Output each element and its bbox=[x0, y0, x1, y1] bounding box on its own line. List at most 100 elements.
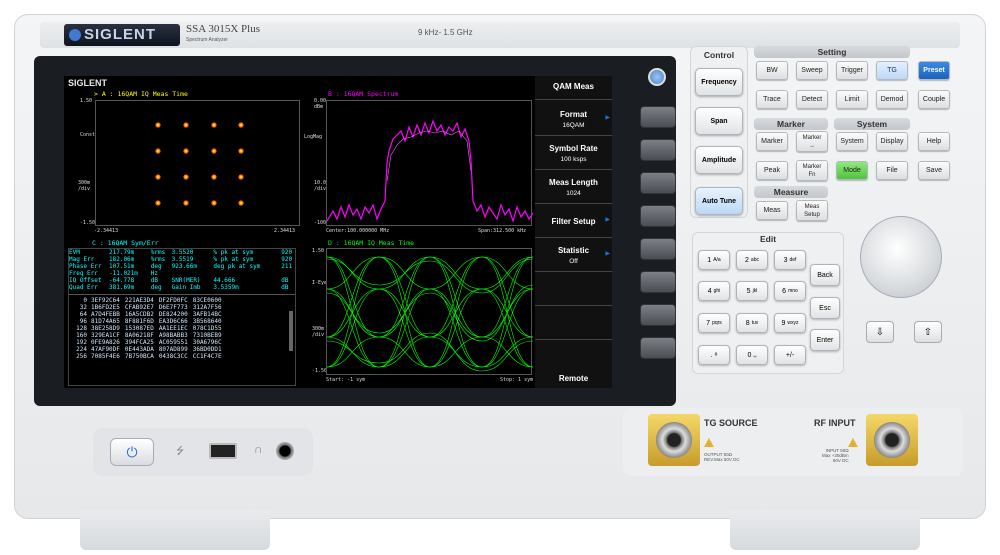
key-4[interactable]: 4 ghi bbox=[698, 281, 730, 301]
trace-d-ytop: 1.50 bbox=[312, 248, 325, 254]
table-row: Quad Err 381.69m deg Gain Imb 3.5359m dB bbox=[69, 284, 289, 291]
symbol-table-scrollbar[interactable] bbox=[289, 311, 293, 351]
softkey-7[interactable] bbox=[640, 304, 676, 326]
display-key[interactable]: Display bbox=[876, 132, 908, 151]
menu-item-format[interactable]: Format 16QAM bbox=[535, 104, 612, 136]
arrow-down-key[interactable]: ⇩ bbox=[866, 321, 894, 343]
key-5[interactable]: 5 jkl bbox=[736, 281, 768, 301]
tg-source-connector[interactable] bbox=[648, 414, 700, 466]
marker-key[interactable]: Marker bbox=[756, 132, 788, 151]
softkey-5[interactable] bbox=[640, 238, 676, 260]
key-1[interactable]: 1 A/a bbox=[698, 250, 730, 270]
help-key[interactable]: Help bbox=[918, 132, 950, 151]
table-row: 224 47AF90DF 0E443ADA 807AD899 36BD0DD1 bbox=[76, 346, 222, 353]
trace-a-ybot: -1.50 bbox=[80, 220, 96, 226]
menu-item-empty-2[interactable] bbox=[535, 308, 612, 340]
key-decimal[interactable]: . # bbox=[698, 345, 730, 365]
softkey-1[interactable] bbox=[640, 106, 676, 128]
menu-item-filter-setup[interactable]: Filter Setup bbox=[535, 206, 612, 238]
trace-key[interactable]: Trace bbox=[756, 90, 788, 109]
spectrum-pane[interactable] bbox=[326, 100, 534, 226]
usb-port[interactable] bbox=[209, 443, 237, 459]
symbol-error-pane[interactable]: EVM 217.79m %rms 3.5520% pk at sym 920 Mag E… bbox=[68, 248, 296, 386]
enter-key[interactable]: Enter bbox=[810, 329, 840, 351]
table-row: Mag Err 182.06m %rms 3.5519% pk at sym 920 bbox=[69, 256, 293, 263]
key-9[interactable]: 9 wxyz bbox=[774, 313, 806, 333]
trace-c-header[interactable]: C : 16QAM Sym/Err bbox=[92, 239, 159, 247]
file-key[interactable]: File bbox=[876, 161, 908, 180]
constellation-pane[interactable] bbox=[95, 100, 300, 226]
key-3[interactable]: 3 def bbox=[774, 250, 806, 270]
tg-source-label: TG SOURCE bbox=[704, 418, 758, 428]
key-2[interactable]: 2 abc bbox=[736, 250, 768, 270]
esc-key[interactable]: Esc bbox=[810, 297, 840, 319]
trace-d-header[interactable]: D : 16QAM IQ Meas Time bbox=[328, 239, 414, 247]
rf-input-connector[interactable] bbox=[866, 414, 918, 466]
trace-a-ydiv: 300m /div bbox=[78, 180, 91, 192]
limit-key[interactable]: Limit bbox=[836, 90, 868, 109]
trace-b-header[interactable]: B : 16QAM Spectrum bbox=[328, 90, 398, 98]
sweep-key[interactable]: Sweep bbox=[796, 61, 828, 80]
system-title: System bbox=[834, 118, 910, 130]
table-row: 128 38E258D9 153087ED AA1EE1EC 078C1D55 bbox=[76, 325, 222, 332]
table-row: Phase Err 107.51m deg 923.66m deg pk at sym 2… bbox=[69, 263, 293, 270]
key-plus-minus[interactable]: +/- bbox=[774, 345, 806, 365]
audio-jack[interactable] bbox=[276, 442, 294, 460]
meas-key[interactable]: Meas bbox=[756, 201, 788, 220]
trigger-key[interactable]: Trigger bbox=[836, 61, 868, 80]
span-key[interactable]: Span bbox=[695, 107, 743, 135]
back-key[interactable]: Back bbox=[810, 264, 840, 286]
foot-right bbox=[730, 510, 920, 550]
mode-key[interactable]: Mode bbox=[836, 161, 868, 180]
key-7[interactable]: 7 pqrs bbox=[698, 313, 730, 333]
touch-toggle-button[interactable] bbox=[648, 68, 666, 86]
save-key[interactable]: Save bbox=[918, 161, 950, 180]
arrow-up-key[interactable]: ⇧ bbox=[914, 321, 942, 343]
symbol-table: 0 3EF92C64 221AE3D4 DF2FD0FC 83CE0600 32 1B6F… bbox=[69, 297, 222, 360]
power-button[interactable]: ⏻ bbox=[110, 438, 154, 466]
key-0[interactable]: 0 ␣ bbox=[736, 345, 768, 365]
power-icon: ⏻ bbox=[126, 443, 138, 460]
menu-item-empty-1[interactable] bbox=[535, 274, 612, 306]
couple-key[interactable]: Couple bbox=[918, 90, 950, 109]
table-row: 160 329EA1CF 8A06218F A98BABB3 7310BEB9 bbox=[76, 332, 222, 339]
peak-key[interactable]: Peak bbox=[756, 161, 788, 180]
trace-d-stop: Stop: 1 sym bbox=[500, 377, 534, 383]
table-row: 96 81D74A65 8F881F6D EA3D6C66 3B568640 bbox=[79, 318, 222, 325]
trace-b-ytop: 0.00 dBm bbox=[314, 98, 327, 110]
frequency-key[interactable]: Frequency bbox=[695, 68, 743, 96]
menu-item-symbol-rate[interactable]: Symbol Rate 100 ksps bbox=[535, 138, 612, 170]
softkey-3[interactable] bbox=[640, 172, 676, 194]
trace-a-header[interactable]: > A : 16QAM IQ Meas Time bbox=[94, 90, 188, 98]
marker-fn-key[interactable]: Marker Fn bbox=[796, 160, 828, 181]
softkey-2[interactable] bbox=[640, 139, 676, 161]
key-6[interactable]: 6 mno bbox=[774, 281, 806, 301]
menu-item-statistic[interactable]: Statistic Off bbox=[535, 240, 612, 272]
display-screen: SIGLENT > A : 16QAM IQ Meas Time 1.50 Co… bbox=[64, 76, 594, 388]
softkey-6[interactable] bbox=[640, 271, 676, 293]
softkey-4[interactable] bbox=[640, 205, 676, 227]
key-8[interactable]: 8 tuv bbox=[736, 313, 768, 333]
logo-icon bbox=[69, 29, 81, 41]
detect-key[interactable]: Detect bbox=[796, 90, 828, 109]
trace-a-xright: 2.34413 bbox=[274, 228, 296, 234]
system-key[interactable]: System bbox=[836, 132, 868, 151]
softkey-8[interactable] bbox=[640, 337, 676, 359]
eye-diagram-pane[interactable] bbox=[326, 248, 534, 375]
auto-tune-key[interactable]: Auto Tune bbox=[695, 187, 743, 215]
tg-key[interactable]: TG bbox=[876, 61, 908, 80]
meas-setup-key[interactable]: Meas Setup bbox=[796, 200, 828, 221]
n-connector-icon bbox=[874, 422, 910, 458]
menu-item-meas-length[interactable]: Meas Length 1024 bbox=[535, 172, 612, 204]
model-name: SSA 3015X Plus Spectrum Analyzer bbox=[186, 24, 260, 46]
preset-key[interactable]: Preset bbox=[918, 61, 950, 80]
model-text: SSA 3015X Plus bbox=[186, 23, 260, 35]
marker-to-key[interactable]: Marker → bbox=[796, 131, 828, 152]
table-row: 64 A7D4FEBB 16A5CDB2 DE824200 3AFB14BC bbox=[79, 311, 222, 318]
demod-key[interactable]: Demod bbox=[876, 90, 908, 109]
rotary-knob[interactable] bbox=[860, 216, 942, 298]
table-row: 0 3EF92C64 221AE3D4 DF2FD0FC 83CE0600 bbox=[83, 297, 222, 304]
amplitude-key[interactable]: Amplitude bbox=[695, 146, 743, 174]
screen-logo: SIGLENT bbox=[68, 78, 108, 88]
bw-key[interactable]: BW bbox=[756, 61, 788, 80]
